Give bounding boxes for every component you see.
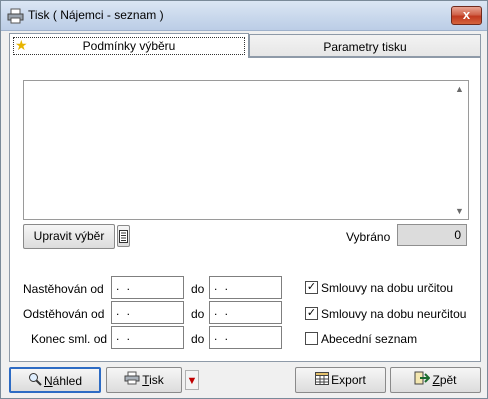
export-button[interactable]: Export: [295, 367, 386, 393]
spreadsheet-icon: [315, 369, 330, 393]
konec-sml-to-field[interactable]: . .: [209, 326, 282, 349]
magnifier-icon: [28, 370, 42, 394]
selection-memo[interactable]: ▲ ▼: [23, 80, 469, 220]
checkbox-label-abecedni[interactable]: Abecední seznam: [321, 332, 417, 346]
window-title: Tisk ( Nájemci - seznam ): [28, 8, 164, 22]
nastehovan-from-field[interactable]: . .: [111, 276, 184, 299]
preview-label: áhled: [52, 374, 83, 388]
tab-strip: ★ Podmínky výběru Parametry tisku: [9, 33, 481, 58]
filter-to-label: do: [191, 307, 205, 321]
close-icon: x: [462, 7, 471, 22]
back-label-mnemonic: Z: [432, 373, 440, 387]
checkbox-label-neurcitou[interactable]: Smlouvy na dobu neurčitou: [321, 307, 466, 321]
scroll-down-icon[interactable]: ▼: [451, 206, 468, 216]
exit-door-icon: [414, 369, 431, 393]
back-button[interactable]: Zpět: [390, 367, 481, 393]
selected-count-label: Vybráno: [346, 230, 391, 244]
odstehovan-from-field[interactable]: . .: [111, 301, 184, 324]
filter-to-label: do: [191, 282, 205, 296]
print-label: isk: [149, 373, 164, 387]
scroll-up-icon[interactable]: ▲: [451, 84, 468, 94]
title-bar[interactable]: Tisk ( Nájemci - seznam ) x: [1, 1, 487, 31]
filter-to-label: do: [191, 332, 205, 346]
odstehovan-to-field[interactable]: . .: [209, 301, 282, 324]
nastehovan-to-field[interactable]: . .: [209, 276, 282, 299]
checkbox-urcitou[interactable]: ✓: [305, 281, 318, 294]
tab-label: Parametry tisku: [323, 40, 407, 54]
preview-label-mnemonic: N: [43, 374, 53, 388]
print-button[interactable]: Tisk: [106, 367, 182, 393]
filter-label-konec-sml: Konec sml. od: [31, 332, 108, 346]
print-options-dropdown[interactable]: ▼: [185, 370, 199, 390]
list-icon[interactable]: [117, 225, 130, 247]
konec-sml-from-field[interactable]: . .: [111, 326, 184, 349]
checkbox-abecedni[interactable]: [305, 332, 318, 345]
edit-selection-button[interactable]: Upravit výběr: [23, 224, 115, 249]
printer-icon: [7, 8, 25, 24]
preview-button[interactable]: Náhled: [9, 367, 101, 393]
tab-podminky-vyberu[interactable]: ★ Podmínky výběru: [9, 33, 249, 58]
selected-count-value: 0: [397, 224, 467, 246]
checkbox-neurcitou[interactable]: ✓: [305, 307, 318, 320]
tab-focus-outline: [13, 37, 245, 55]
memo-scrollbar[interactable]: ▲ ▼: [451, 81, 468, 219]
tab-parametry-tisku[interactable]: Parametry tisku: [249, 34, 481, 57]
close-button[interactable]: x: [451, 6, 482, 25]
filter-label-nastehovan: Nastěhován od: [23, 282, 104, 296]
export-label: Export: [331, 373, 366, 387]
printer-icon: [124, 369, 140, 393]
print-dialog-window: Tisk ( Nájemci - seznam ) x ★ Podmínky v…: [0, 0, 488, 399]
back-label: pět: [439, 373, 457, 387]
filter-label-odstehovan: Odstěhován od: [23, 307, 105, 321]
checkbox-label-urcitou[interactable]: Smlouvy na dobu určitou: [321, 281, 453, 295]
